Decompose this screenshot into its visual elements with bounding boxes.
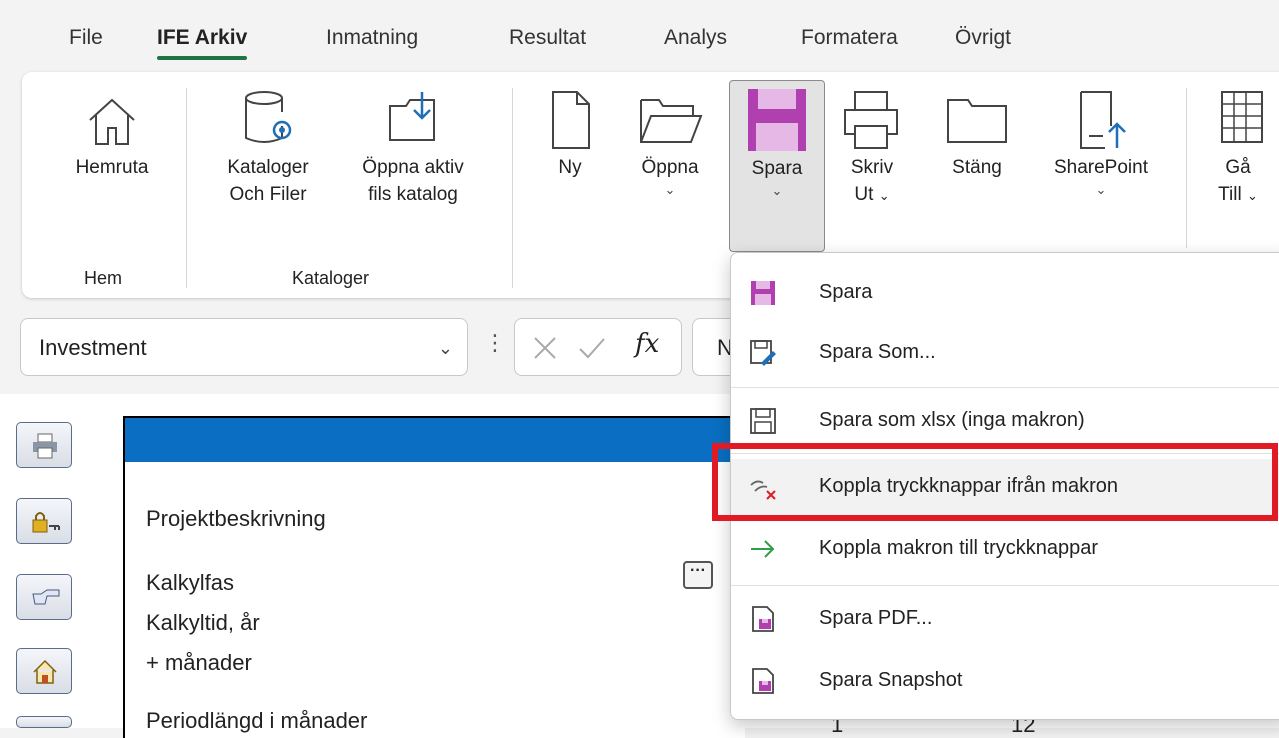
menu-separator [731,453,1279,454]
oppna-aktiv-label-2: fils katalog [368,184,458,205]
save-icon [748,89,806,151]
upload-icon [1080,91,1126,149]
close-folder-icon [947,99,1007,143]
cancel-icon[interactable] [531,334,559,362]
spara-label: Spara [751,158,803,179]
arrow-right-icon [751,540,775,558]
tab-inmatning[interactable]: Inmatning [326,26,418,50]
home-icon [89,98,135,145]
save-as-icon [750,340,776,366]
print-sheet-button[interactable] [16,422,72,468]
hemruta-label: Hemruta [75,157,149,178]
separator [1186,88,1187,248]
side-button[interactable] [16,716,72,728]
lock-sheet-button[interactable] [16,498,72,544]
label-kalkyltid: Kalkyltid, år [146,610,260,635]
skriv-label: Skriv [850,157,894,178]
menu-item-spara-xlsx[interactable]: Spara som xlsx (inga makron) [731,393,1279,453]
ny-label: Ny [558,157,582,178]
home-sheet-button[interactable] [16,648,72,694]
tab-resultat[interactable]: Resultat [509,26,586,50]
tab-ife-arkiv[interactable]: IFE Arkiv [157,26,248,60]
ga-till-label-2: Till ⌄ [1218,184,1258,205]
menu-item-koppla-till[interactable]: Koppla makron till tryckknappar [731,521,1279,581]
ga-till-button[interactable]: Gå Till ⌄ [1198,86,1278,209]
spara-dropdown-menu: Spara Spara Som... Spara som xlsx (inga … [730,252,1279,720]
oppna-label: Öppna [641,157,699,178]
separator [186,88,187,288]
menu-item-label: Spara [819,281,873,303]
save-outline-icon [750,408,776,434]
oppna-aktiv-button[interactable]: Öppna aktiv fils katalog [338,86,488,208]
tab-analys[interactable]: Analys [664,26,727,50]
name-box-value: Investment [39,335,147,360]
home-icon [33,659,57,684]
printer-icon [844,91,898,149]
menu-item-spara[interactable]: Spara [731,265,1279,325]
skriv-ut-button[interactable]: Skriv Ut ⌄ [832,86,912,209]
menu-item-label: Koppla tryckknappar ifrån makron [819,475,1119,497]
table-icon [1221,91,1263,143]
database-gear-icon [245,91,292,143]
stang-button[interactable]: Stäng [932,86,1022,181]
menu-tabs: File IFE Arkiv Inmatning Resultat Analys… [0,0,1279,72]
chevron-down-icon[interactable]: ⌄ [438,319,453,377]
snapshot-save-icon [752,668,774,694]
pdf-save-icon [752,606,774,632]
tab-ovrigt[interactable]: Övrigt [955,26,1011,50]
menu-item-label: Spara som xlsx (inga makron) [819,409,1085,431]
chevron-down-icon: ⌄ [771,183,783,198]
open-folder-icon [640,99,703,143]
oppna-button[interactable]: Öppna ⌄ [628,86,712,199]
kataloger-label-2: Och Filer [229,184,307,205]
formula-controls: fx [514,318,682,376]
menu-separator [731,387,1279,388]
label-kalkylfas: Kalkylfas [146,570,235,595]
chevron-down-icon: ⌄ [1095,182,1107,197]
menu-item-spara-pdf[interactable]: Spara PDF... [731,591,1279,651]
oppna-aktiv-label: Öppna aktiv [362,157,464,178]
label-projektbeskrivning: Projektbeskrivning [146,506,326,531]
pointing-hand-icon [32,589,60,605]
sharepoint-button[interactable]: SharePoint ⌄ [1032,86,1170,199]
menu-item-spara-som[interactable]: Spara Som... [731,325,1279,385]
chevron-down-icon: ⌄ [664,182,676,197]
group-label-kataloger: Kataloger [292,268,370,288]
ny-button[interactable]: Ny [540,86,600,181]
ellipsis-button[interactable]: ··· [683,561,713,589]
menu-item-label: Spara Som... [819,341,936,363]
menu-item-label: Koppla makron till tryckknappar [819,537,1099,559]
skriv-ut-label-2: Ut ⌄ [854,184,890,205]
navigate-button[interactable] [16,574,72,620]
tab-formatera[interactable]: Formatera [801,26,898,50]
name-box[interactable]: Investment ⌄ [20,318,468,376]
printer-icon [33,433,57,459]
group-label-hem: Hem [84,268,123,288]
spara-button[interactable]: Spara ⌄ [729,80,825,252]
unlink-icon [750,480,776,500]
menu-item-label: Spara PDF... [819,607,933,629]
kataloger-label: Kataloger [227,157,309,178]
menu-item-koppla-ifran[interactable]: Koppla tryckknappar ifrån makron [731,459,1279,519]
kataloger-button[interactable]: Kataloger Och Filer [208,86,328,208]
label-manader: + månader [146,650,252,675]
more-options-icon[interactable]: ⋮ [484,330,506,356]
stang-label: Stäng [952,157,1002,178]
label-periodlangd: Periodlängd i månader [146,708,368,733]
menu-item-spara-snapshot[interactable]: Spara Snapshot [731,653,1279,713]
fx-icon[interactable]: fx [635,329,659,359]
new-document-icon [552,91,590,149]
save-icon [751,281,775,305]
panel-header-bar [125,418,745,462]
sharepoint-label: SharePoint [1053,157,1148,178]
lock-key-icon [32,512,60,533]
hemruta-button[interactable]: Hemruta [52,90,172,181]
folder-download-icon [389,92,435,141]
tab-file[interactable]: File [69,26,103,50]
menu-item-label: Spara Snapshot [819,669,963,691]
ga-label: Gå [1225,157,1251,178]
menu-separator [731,585,1279,586]
confirm-icon[interactable] [577,334,607,362]
separator [512,88,513,288]
